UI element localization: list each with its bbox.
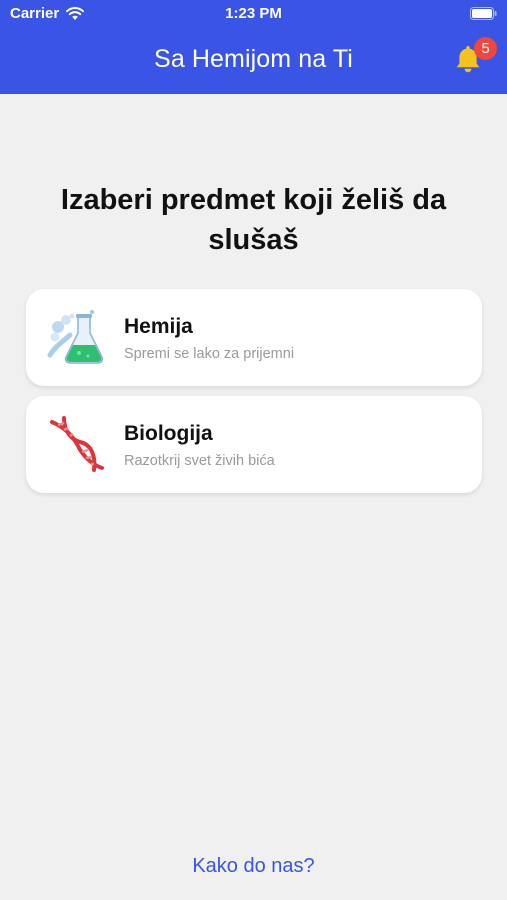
page-title: Izaberi predmet koji želiš da slušaš: [60, 184, 447, 256]
subject-card-hemija[interactable]: Hemija Spremi se lako za prijemni: [26, 289, 482, 386]
directions-link[interactable]: Kako do nas?: [0, 855, 507, 878]
status-bar: Carrier 1:23 PM: [0, 0, 507, 28]
subject-title: Biologija: [124, 422, 213, 445]
notification-badge: 5: [474, 37, 497, 60]
status-time: 1:23 PM: [225, 5, 282, 22]
app-screen: Carrier 1:23 PM Sa Hemijom na Ti 5 Izabe…: [0, 0, 507, 900]
subject-card-biologija[interactable]: Biologija Razotkrij svet živih bića: [26, 396, 482, 493]
dna-icon: [50, 416, 104, 472]
subject-title: Hemija: [124, 315, 193, 338]
header: Carrier 1:23 PM Sa Hemijom na Ti 5: [0, 0, 507, 94]
subject-subtitle: Razotkrij svet živih bića: [124, 453, 275, 469]
app-title: Sa Hemijom na Ti: [154, 45, 353, 73]
subject-subtitle: Spremi se lako za prijemni: [124, 346, 295, 362]
battery-icon: [470, 7, 497, 20]
chemistry-flask-icon: [47, 310, 104, 364]
